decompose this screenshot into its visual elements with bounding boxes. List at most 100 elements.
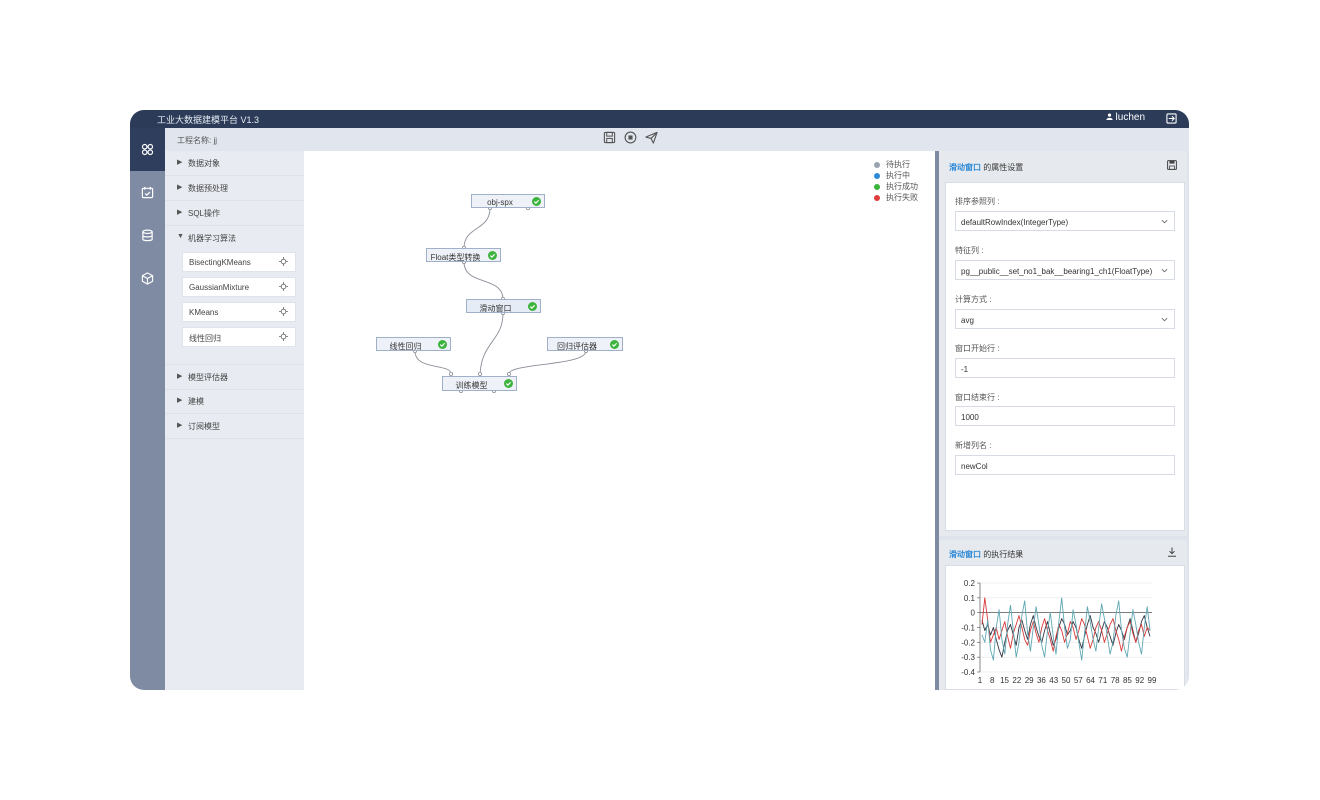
- tree-category[interactable]: ▶ SQL操作: [165, 201, 304, 226]
- expand-arrow-icon: ▶: [177, 209, 183, 216]
- algorithm-item[interactable]: GaussianMixture: [182, 277, 296, 297]
- nav-tasks[interactable]: [130, 171, 165, 214]
- success-check-icon: [504, 379, 513, 388]
- nav-models[interactable]: [130, 257, 165, 300]
- y-tick-label: -0.4: [961, 668, 975, 677]
- success-dot-icon: [874, 183, 880, 190]
- download-icon[interactable]: [1167, 547, 1177, 557]
- flow-node-obj-spx[interactable]: obj-spx: [471, 194, 545, 208]
- x-tick-label: 64: [1086, 676, 1095, 685]
- chevron-down-icon: [1161, 219, 1168, 224]
- x-tick-label: 85: [1123, 676, 1132, 685]
- x-tick-label: 99: [1148, 676, 1157, 685]
- x-tick-label: 36: [1037, 676, 1046, 685]
- field-label: 窗口开始行 :: [955, 344, 1000, 353]
- y-tick-label: -0.1: [961, 624, 975, 633]
- logout-icon[interactable]: [1166, 113, 1177, 124]
- drag-handle-icon[interactable]: [279, 282, 288, 291]
- save-icon[interactable]: [603, 131, 616, 144]
- x-tick-label: 15: [1000, 676, 1009, 685]
- tree-category[interactable]: ▶ 订阅模型: [165, 414, 304, 439]
- legend-item: 执行失败: [874, 192, 918, 203]
- nav-components[interactable]: [130, 128, 165, 171]
- property-form: 排序参照列 : defaultRowIndex(IntegerType) 特征列…: [945, 182, 1185, 531]
- status-legend: 待执行 执行中 执行成功 执行失败: [874, 159, 918, 203]
- result-component-name: 滑动窗口: [949, 550, 981, 559]
- send-icon[interactable]: [645, 131, 658, 144]
- flow-node-sliding-window[interactable]: 滑动窗口: [466, 299, 541, 313]
- workflow-canvas[interactable]: 待执行 执行中 执行成功 执行失败 obj-spx Float类型转换 滑动窗口…: [304, 151, 935, 690]
- flow-node-linear-regression[interactable]: 线性回归: [376, 337, 451, 351]
- user-icon: [1105, 113, 1113, 120]
- calendar-check-icon: [141, 186, 154, 199]
- algorithm-label: BisectingKMeans: [189, 258, 251, 267]
- username: luchen: [1115, 112, 1145, 123]
- x-tick-label: 43: [1049, 676, 1058, 685]
- expand-arrow-icon: ▶: [177, 397, 183, 404]
- drag-handle-icon[interactable]: [279, 257, 288, 266]
- y-tick-label: -0.3: [961, 653, 975, 662]
- expand-arrow-icon: ▶: [177, 159, 183, 166]
- tree-category[interactable]: ▶ 建模: [165, 389, 304, 414]
- y-tick-label: 0.1: [964, 594, 976, 603]
- property-panel: 滑动窗口 的属性设置 排序参照列 : defaultRowIndex(Integ…: [939, 151, 1187, 536]
- component-tree: ▶ 数据对象 ▶ 数据预处理 ▶ SQL操作 ▼ 机器学习算法 BisectingKMe…: [165, 151, 304, 690]
- nav-database[interactable]: [130, 214, 165, 257]
- algorithm-item[interactable]: 线性回归: [182, 327, 296, 347]
- result-header-suffix: 的执行结果: [981, 550, 1024, 559]
- pending-dot-icon: [874, 161, 880, 168]
- category-label: 数据预处理: [188, 184, 228, 193]
- flow-node-regression-evaluator[interactable]: 回归评估器: [547, 337, 623, 351]
- top-bar: 工业大数据建模平台 V1.3 luchen: [130, 110, 1189, 128]
- save-icon[interactable]: [1167, 160, 1177, 170]
- x-tick-label: 78: [1111, 676, 1120, 685]
- result-header: 滑动窗口 的执行结果: [949, 549, 1023, 560]
- legend-item: 执行中: [874, 170, 918, 181]
- algorithm-item[interactable]: KMeans: [182, 302, 296, 322]
- chevron-down-icon: [1161, 317, 1168, 322]
- x-tick-label: 8: [990, 676, 995, 685]
- window-start-input[interactable]: -1: [955, 358, 1175, 378]
- new-column-input[interactable]: newCol: [955, 455, 1175, 475]
- left-nav: [130, 128, 165, 690]
- success-check-icon: [610, 340, 619, 349]
- algorithm-item[interactable]: BisectingKMeans: [182, 252, 296, 272]
- property-component-name: 滑动窗口: [949, 163, 981, 172]
- category-label: 数据对象: [188, 159, 220, 168]
- tree-category-expanded[interactable]: ▼ 机器学习算法: [165, 226, 304, 250]
- user-menu[interactable]: luchen: [1105, 112, 1145, 123]
- feature-column-select[interactable]: pg__public__set_no1_bak__bearing1_ch1(Fl…: [955, 260, 1175, 280]
- drag-handle-icon[interactable]: [279, 332, 288, 341]
- tree-category[interactable]: ▶ 数据预处理: [165, 176, 304, 201]
- category-label: 建模: [188, 397, 204, 406]
- field-label: 计算方式 :: [955, 295, 992, 304]
- calc-method-select[interactable]: avg: [955, 309, 1175, 329]
- stop-icon[interactable]: [624, 131, 637, 144]
- x-tick-label: 57: [1074, 676, 1083, 685]
- tree-category[interactable]: ▶ 数据对象: [165, 151, 304, 176]
- flow-node-float-convert[interactable]: Float类型转换: [426, 248, 501, 262]
- grid-icon: [141, 143, 154, 156]
- property-header-suffix: 的属性设置: [981, 163, 1024, 172]
- success-check-icon: [438, 340, 447, 349]
- property-header: 滑动窗口 的属性设置: [939, 151, 1187, 179]
- category-label: 机器学习算法: [188, 234, 236, 243]
- drag-handle-icon[interactable]: [279, 307, 288, 316]
- tree-category[interactable]: ▶ 模型评估器: [165, 364, 304, 390]
- collapse-arrow-icon: ▼: [177, 233, 184, 240]
- app-title: 工业大数据建模平台 V1.3: [157, 115, 260, 125]
- window-end-input[interactable]: 1000: [955, 406, 1175, 426]
- field-label: 特征列 :: [955, 246, 984, 255]
- field-label: 窗口结束行 :: [955, 393, 1000, 402]
- x-tick-label: 50: [1062, 676, 1071, 685]
- app-window: 工业大数据建模平台 V1.3 luchen 工程名称: jj ▶ 数据对象 ▶ …: [130, 110, 1189, 690]
- y-tick-label: -0.2: [961, 638, 975, 647]
- running-dot-icon: [874, 172, 880, 179]
- field-label: 排序参照列 :: [955, 197, 1000, 206]
- success-check-icon: [528, 302, 537, 311]
- cube-icon: [141, 272, 154, 285]
- project-name: 工程名称: jj: [177, 136, 217, 145]
- chevron-down-icon: [1161, 268, 1168, 273]
- flow-node-train-model[interactable]: 训练模型: [442, 376, 517, 391]
- sort-column-select[interactable]: defaultRowIndex(IntegerType): [955, 211, 1175, 231]
